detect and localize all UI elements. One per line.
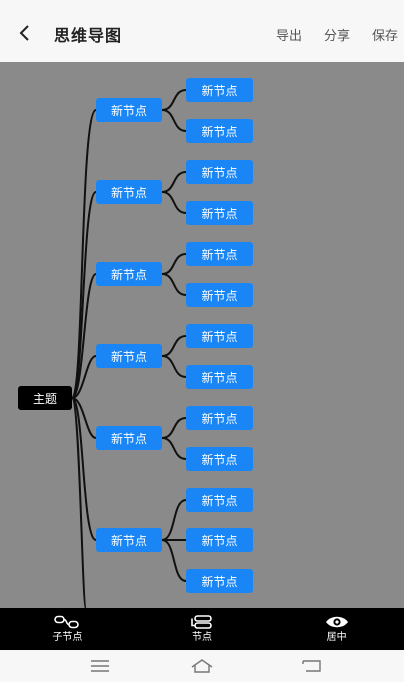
root-node[interactable]: 主题 bbox=[18, 386, 72, 410]
child-node[interactable]: 新节点 bbox=[186, 528, 253, 552]
child-node[interactable]: 新节点 bbox=[186, 406, 253, 430]
branch-node[interactable]: 新节点 bbox=[96, 426, 162, 450]
toolbar-label: 居中 bbox=[326, 632, 347, 643]
system-nav-bar bbox=[0, 650, 404, 682]
back-nav-button[interactable] bbox=[300, 658, 324, 674]
branch-node[interactable]: 新节点 bbox=[96, 528, 162, 552]
home-icon bbox=[191, 659, 213, 673]
branch-node[interactable]: 新节点 bbox=[96, 344, 162, 368]
bottom-toolbar: 子节点 节点 居中 bbox=[0, 608, 404, 650]
header-actions: 导出 分享 保存 bbox=[254, 28, 398, 46]
home-nav-button[interactable] bbox=[190, 658, 214, 674]
menu-icon bbox=[91, 660, 109, 672]
mindmap-canvas[interactable]: 主题 新节点 新节点 新节点 新节点 新节点 新节点 新节点 新节点 新节点 新… bbox=[0, 62, 404, 608]
export-button[interactable]: 导出 bbox=[276, 28, 302, 46]
child-node[interactable]: 新节点 bbox=[186, 160, 253, 184]
branch-node[interactable]: 新节点 bbox=[96, 262, 162, 286]
share-button[interactable]: 分享 bbox=[324, 28, 350, 46]
back-button[interactable] bbox=[14, 22, 36, 44]
child-node[interactable]: 新节点 bbox=[186, 242, 253, 266]
center-view-button[interactable]: 居中 bbox=[269, 608, 404, 650]
save-button[interactable]: 保存 bbox=[372, 28, 398, 46]
sibling-node-icon bbox=[190, 614, 214, 630]
child-node[interactable]: 新节点 bbox=[186, 365, 253, 389]
branch-node[interactable]: 新节点 bbox=[96, 98, 162, 122]
child-node[interactable]: 新节点 bbox=[186, 78, 253, 102]
branch-node[interactable]: 新节点 bbox=[96, 180, 162, 204]
child-node[interactable]: 新节点 bbox=[186, 201, 253, 225]
child-node[interactable]: 新节点 bbox=[186, 488, 253, 512]
return-icon bbox=[302, 660, 321, 672]
app: 思维导图 导出 分享 保存 主题 新节点 新节点 新节点 新节点 新节点 新节点… bbox=[0, 0, 404, 682]
top-bar: 思维导图 导出 分享 保存 bbox=[0, 0, 404, 62]
eye-icon bbox=[325, 614, 349, 630]
child-node[interactable]: 新节点 bbox=[186, 447, 253, 471]
child-node-icon bbox=[54, 614, 80, 630]
child-node[interactable]: 新节点 bbox=[186, 119, 253, 143]
add-child-node-button[interactable]: 子节点 bbox=[0, 608, 135, 650]
toolbar-label: 子节点 bbox=[52, 632, 83, 643]
page-title: 思维导图 bbox=[54, 26, 123, 45]
child-node[interactable]: 新节点 bbox=[186, 569, 253, 593]
menu-nav-button[interactable] bbox=[88, 658, 112, 674]
chevron-left-icon bbox=[19, 25, 29, 41]
child-node[interactable]: 新节点 bbox=[186, 324, 253, 348]
add-sibling-node-button[interactable]: 节点 bbox=[135, 608, 270, 650]
child-node[interactable]: 新节点 bbox=[186, 283, 253, 307]
toolbar-label: 节点 bbox=[192, 632, 212, 643]
